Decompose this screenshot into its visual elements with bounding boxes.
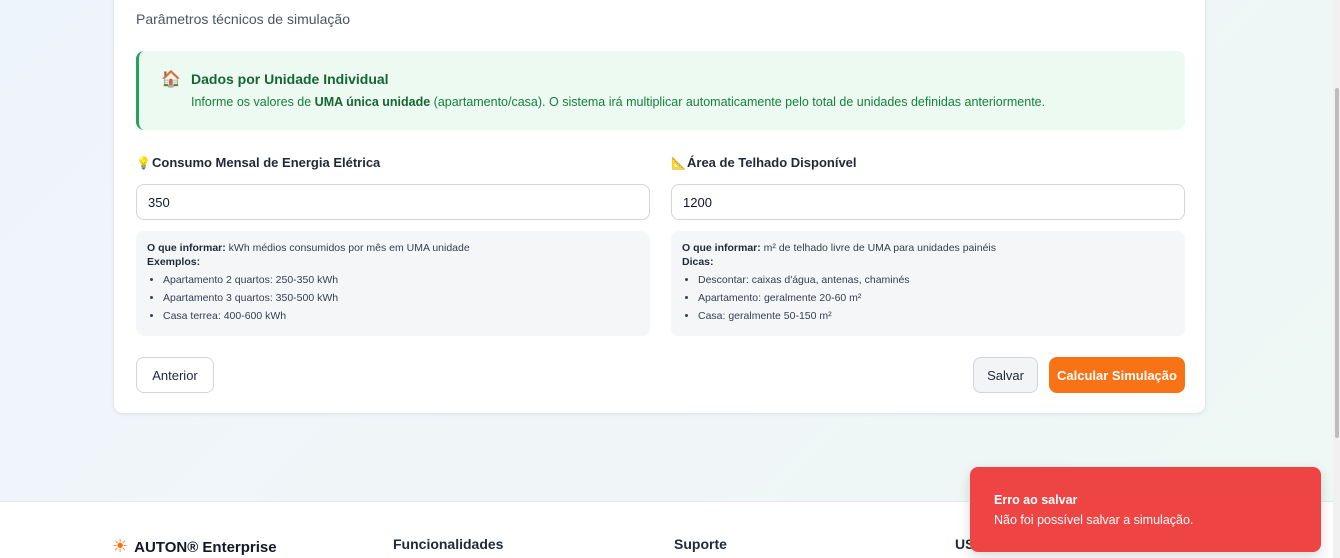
save-button[interactable]: Salvar [973, 357, 1038, 393]
info-text: Informe os valores de UMA única unidade … [191, 95, 1046, 109]
list-item: Casa terrea: 400-600 kWh [163, 307, 639, 325]
list-item: Apartamento 3 quartos: 350-500 kWh [163, 289, 639, 307]
footer-heading-support: Suporte [674, 536, 727, 552]
sun-icon: ☀ [112, 536, 129, 556]
consumo-input[interactable] [136, 184, 650, 220]
area-help: O que informar: m² de telhado livre de U… [671, 231, 1185, 336]
info-callout: 🏠 Dados por Unidade Individual Informe o… [136, 51, 1185, 130]
calculate-simulation-button[interactable]: Calcular Simulação [1049, 357, 1185, 393]
simulation-card: Parâmetros técnicos de simulação 🏠 Dados… [113, 0, 1206, 414]
error-toast[interactable]: Erro ao salvar Não foi possível salvar a… [970, 467, 1321, 552]
info-title: Dados por Unidade Individual [191, 71, 389, 87]
previous-button[interactable]: Anterior [136, 357, 214, 393]
house-icon: 🏠 [161, 71, 181, 88]
footer-heading-features: Funcionalidades [393, 536, 504, 552]
list-item: Apartamento: geralmente 20-60 m² [698, 289, 1174, 307]
scrollbar-thumb[interactable] [1335, 88, 1339, 438]
list-item: Casa: geralmente 50-150 m² [698, 307, 1174, 325]
card-subtitle: Parâmetros técnicos de simulação [136, 11, 350, 27]
area-label: 📐Área de Telhado Disponível [671, 155, 857, 170]
consumo-help: O que informar: kWh médios consumidos po… [136, 231, 650, 336]
lightbulb-icon: 💡 [136, 156, 151, 170]
ruler-triangle-icon: 📐 [671, 156, 686, 170]
toast-title: Erro ao salvar [994, 493, 1078, 507]
footer-brand: ☀ AUTON® Enterprise [112, 536, 277, 556]
list-item: Apartamento 2 quartos: 250-350 kWh [163, 271, 639, 289]
area-input[interactable] [671, 184, 1185, 220]
consumo-label: 💡Consumo Mensal de Energia Elétrica [136, 155, 381, 170]
list-item: Descontar: caixas d'água, antenas, chami… [698, 271, 1174, 289]
toast-message: Não foi possível salvar a simulação. [994, 513, 1194, 527]
